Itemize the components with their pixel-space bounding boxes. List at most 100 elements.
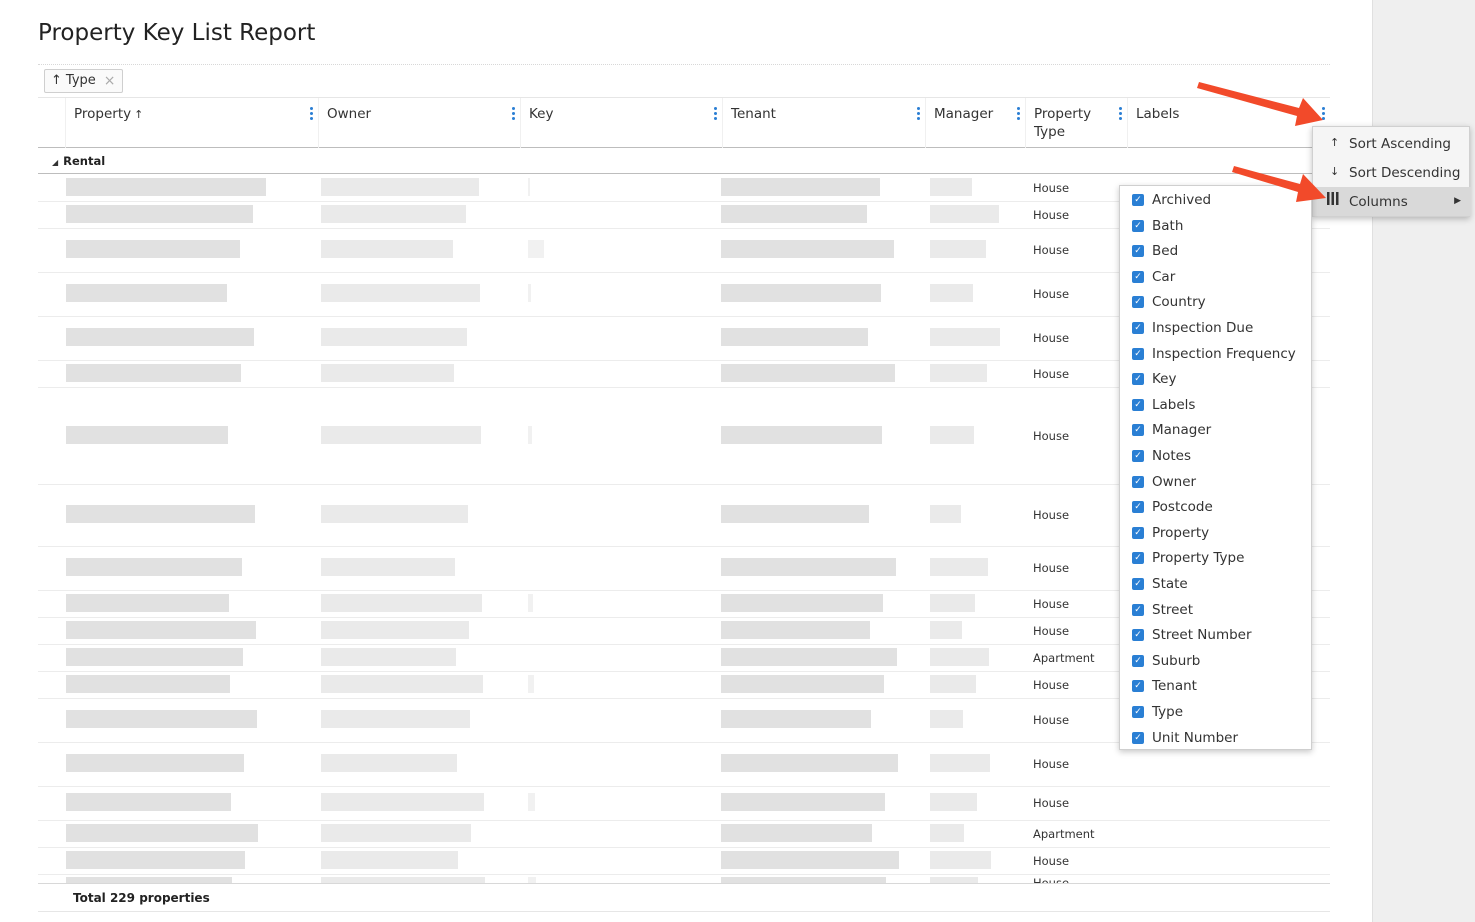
column-toggle-label: Country — [1152, 294, 1206, 311]
checkbox-checked-icon[interactable]: ✓ — [1132, 552, 1144, 565]
sort-descending-icon: ↓ — [1330, 165, 1340, 178]
checkbox-checked-icon[interactable]: ✓ — [1132, 578, 1144, 590]
column-toggle-property-type[interactable]: ✓ Property Type — [1132, 546, 1244, 570]
checkbox-checked-icon[interactable]: ✓ — [1132, 629, 1144, 642]
checkbox-checked-icon[interactable]: ✓ — [1132, 219, 1144, 232]
menu-item-label: Columns — [1349, 194, 1408, 210]
checkbox-checked-icon[interactable]: ✓ — [1132, 475, 1144, 488]
column-menu-icon[interactable] — [512, 107, 516, 121]
column-header-property-type[interactable]: Property Type — [1025, 98, 1127, 148]
redacted-cell — [930, 505, 961, 523]
checkbox-checked-icon[interactable]: ✓ — [1132, 450, 1144, 462]
column-toggle-street[interactable]: ✓ Street — [1132, 598, 1193, 622]
checkbox-checked-icon[interactable]: ✓ — [1132, 654, 1144, 667]
redacted-cell — [66, 284, 227, 302]
column-toggle-labels[interactable]: ✓ Labels — [1132, 393, 1195, 417]
collapse-triangle-icon[interactable]: ◢ — [52, 158, 58, 167]
redacted-cell — [930, 710, 963, 728]
column-toggle-key[interactable]: ✓ Key — [1132, 367, 1176, 391]
type-sort-chip[interactable]: ↑ Type × — [44, 69, 123, 93]
column-toggle-bed[interactable]: ✓ Bed — [1132, 239, 1178, 263]
table-row[interactable]: House — [38, 848, 1330, 875]
redacted-cell — [66, 793, 231, 811]
checkbox-checked-icon[interactable]: ✓ — [1132, 398, 1144, 411]
column-menu-icon[interactable] — [1119, 107, 1123, 121]
menu-item-label: Sort Descending — [1349, 165, 1461, 181]
column-toggle-type[interactable]: ✓ Type — [1132, 700, 1183, 724]
redacted-cell — [321, 505, 468, 523]
column-header-owner[interactable]: Owner — [318, 98, 520, 148]
redacted-cell — [66, 823, 258, 842]
column-toggle-label: Notes — [1152, 448, 1191, 464]
checkbox-checked-icon[interactable]: ✓ — [1132, 245, 1144, 258]
checkbox-checked-icon[interactable]: ✓ — [1132, 424, 1144, 437]
redacted-cell — [321, 204, 466, 223]
column-toggle-label: Inspection Frequency — [1152, 345, 1296, 362]
column-header-key[interactable]: Key — [520, 98, 722, 148]
column-toggle-car[interactable]: ✓ Car — [1132, 265, 1175, 289]
property-type-cell: House — [1033, 677, 1070, 692]
column-toggle-unit-number[interactable]: ✓ Unit Number — [1132, 726, 1238, 750]
column-menu-icon[interactable] — [310, 107, 314, 121]
column-header-property[interactable]: Property ↑ — [65, 98, 318, 148]
column-menu-icon[interactable] — [917, 107, 921, 121]
redacted-cell — [930, 328, 1000, 346]
menu-item-columns[interactable]: Columns ▶ — [1313, 187, 1471, 216]
column-toggle-label: Unit Number — [1152, 729, 1239, 746]
property-type-cell: House — [1033, 561, 1070, 575]
column-toggle-label: Inspection Due — [1152, 320, 1254, 336]
column-toggle-inspection-due[interactable]: ✓ Inspection Due — [1132, 316, 1253, 340]
redacted-cell — [721, 593, 883, 612]
column-toggle-country[interactable]: ✓ Country — [1132, 290, 1206, 314]
table-row[interactable]: Apartment — [38, 821, 1330, 848]
redacted-cell — [930, 284, 973, 302]
checkbox-checked-icon[interactable]: ✓ — [1132, 731, 1144, 744]
checkbox-checked-icon[interactable]: ✓ — [1132, 680, 1144, 693]
checkbox-checked-icon[interactable]: ✓ — [1132, 322, 1144, 334]
column-toggle-tenant[interactable]: ✓ Tenant — [1132, 674, 1197, 698]
column-toggle-suburb[interactable]: ✓ Suburb — [1132, 649, 1200, 673]
group-header-rental[interactable]: ◢ Rental — [38, 150, 1330, 174]
column-toggle-property[interactable]: ✓ Property — [1132, 521, 1209, 545]
column-toggle-street-number[interactable]: ✓ Street Number — [1132, 623, 1252, 647]
column-toggle-archived[interactable]: ✓ Archived — [1132, 188, 1211, 212]
redacted-cell — [66, 177, 266, 196]
menu-item-sort-ascending[interactable]: ↑ Sort Ascending — [1313, 129, 1471, 158]
redacted-cell — [321, 647, 456, 666]
checkbox-checked-icon[interactable]: ✓ — [1132, 270, 1144, 283]
checkbox-checked-icon[interactable]: ✓ — [1132, 347, 1144, 360]
checkbox-checked-icon[interactable]: ✓ — [1132, 373, 1144, 386]
table-row[interactable]: House — [38, 875, 1330, 883]
column-toggle-bath[interactable]: ✓ Bath — [1132, 214, 1183, 238]
checkbox-checked-icon[interactable]: ✓ — [1132, 603, 1144, 616]
column-menu-icon[interactable] — [1017, 107, 1021, 121]
menu-item-sort-descending[interactable]: ↓ Sort Descending — [1313, 158, 1471, 187]
column-toggle-postcode[interactable]: ✓ Postcode — [1132, 495, 1213, 519]
redacted-cell — [321, 240, 453, 258]
header-spacer — [38, 98, 65, 148]
table-row[interactable]: House — [38, 787, 1330, 821]
checkbox-checked-icon[interactable]: ✓ — [1132, 296, 1144, 309]
property-type-cell: House — [1033, 623, 1070, 638]
column-toggle-state[interactable]: ✓ State — [1132, 572, 1188, 596]
close-icon[interactable]: × — [104, 70, 116, 92]
column-toggle-manager[interactable]: ✓ Manager — [1132, 418, 1211, 442]
redacted-cell — [721, 710, 871, 728]
column-toggle-label: Property — [1152, 524, 1210, 541]
column-toggle-notes[interactable]: ✓ Notes — [1132, 444, 1191, 468]
page-title: Property Key List Report — [38, 20, 316, 46]
checkbox-checked-icon[interactable]: ✓ — [1132, 706, 1144, 718]
column-header-tenant[interactable]: Tenant — [722, 98, 925, 148]
redacted-cell — [930, 793, 977, 811]
column-toggle-owner[interactable]: ✓ Owner — [1132, 470, 1196, 494]
checkbox-checked-icon[interactable]: ✓ — [1132, 501, 1144, 514]
redacted-cell — [66, 850, 245, 869]
redacted-cell — [721, 284, 881, 302]
column-header-manager[interactable]: Manager — [925, 98, 1025, 148]
checkbox-checked-icon[interactable]: ✓ — [1132, 526, 1144, 539]
property-type-cell: House — [1033, 508, 1070, 522]
checkbox-checked-icon[interactable]: ✓ — [1132, 194, 1144, 206]
column-toggle-inspection-frequency[interactable]: ✓ Inspection Frequency — [1132, 342, 1296, 366]
column-menu-icon[interactable] — [714, 107, 718, 121]
redacted-cell — [528, 793, 535, 811]
